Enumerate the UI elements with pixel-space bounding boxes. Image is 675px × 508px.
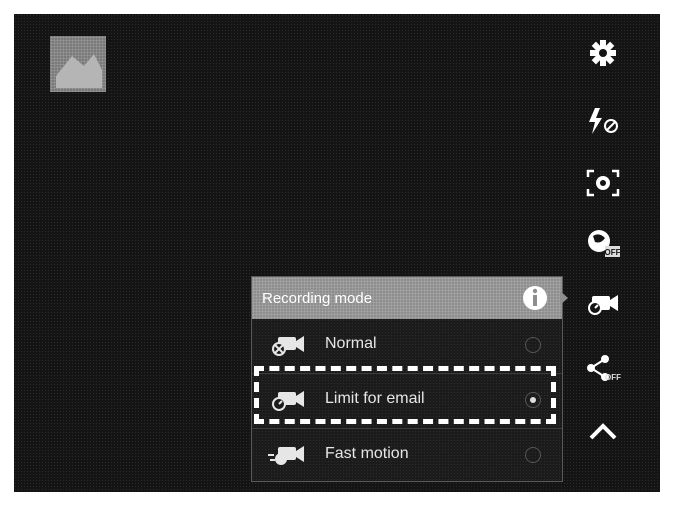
panel-pointer-icon: [560, 291, 568, 305]
image-thumbnail-icon: [56, 54, 102, 88]
settings-button[interactable]: [580, 34, 626, 72]
info-icon[interactable]: [521, 284, 549, 312]
svg-text:OFF: OFF: [605, 373, 621, 382]
option-label: Normal: [325, 335, 377, 352]
gps-off-icon: OFF: [588, 230, 621, 257]
selection-highlight: [254, 366, 556, 424]
panel-title: Recording mode: [262, 290, 373, 307]
camera-viewfinder: OFF OFF Recording mode Normal Limit for …: [14, 14, 660, 492]
collapse-button[interactable]: [580, 412, 626, 450]
share-off-icon: OFF: [587, 355, 621, 382]
face-detect-icon: [586, 169, 620, 197]
video-normal-icon: [272, 336, 304, 356]
gallery-thumbnail[interactable]: [50, 36, 106, 92]
video-fast-icon: [268, 446, 304, 465]
option-fast-motion[interactable]: Fast motion: [252, 429, 562, 483]
option-normal[interactable]: Normal: [252, 319, 562, 373]
radio-normal[interactable]: [525, 337, 541, 353]
focus-mode-button[interactable]: [580, 164, 626, 202]
radio-fast-motion[interactable]: [525, 447, 541, 463]
gear-icon: [590, 40, 616, 66]
panel-header: Recording mode: [252, 277, 568, 319]
svg-text:OFF: OFF: [605, 248, 621, 257]
share-button[interactable]: OFF: [580, 350, 626, 388]
video-camera-icon: [588, 295, 618, 315]
flash-off-icon: [589, 108, 618, 134]
option-label: Fast motion: [325, 445, 409, 462]
chevron-up-icon: [589, 423, 617, 440]
flash-button[interactable]: [580, 102, 626, 140]
gps-button[interactable]: OFF: [580, 224, 626, 262]
recording-mode-button[interactable]: [580, 284, 626, 322]
